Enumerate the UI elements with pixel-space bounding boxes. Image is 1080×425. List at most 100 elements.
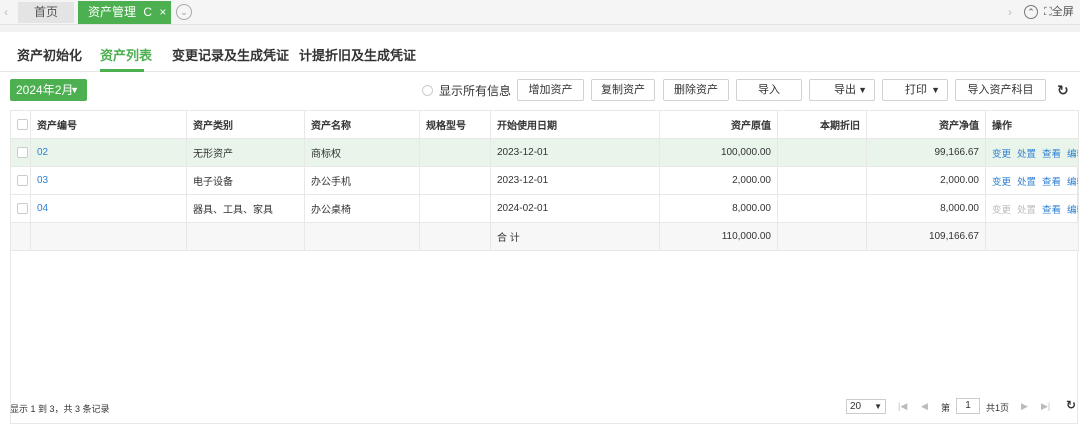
row-select[interactable] [10,138,31,167]
cell-original: 2,000.00 [659,166,778,195]
col-depreciation[interactable]: 本期折旧 [777,110,867,139]
cell-net: 99,166.67 [866,138,986,167]
col-spec[interactable]: 规格型号 [419,110,491,139]
table-row[interactable]: 03 电子设备 办公手机 2023-12-01 2,000.00 2,000.0… [10,166,1079,195]
cell-depreciation [777,166,867,195]
cell-name: 办公手机 [304,166,420,195]
page-total: 共1页 [986,403,1010,413]
asset-table: 资产编号 资产类别 资产名称 规格型号 开始使用日期 资产原值 本期折旧 资产净… [10,110,1079,251]
row-checkbox[interactable] [17,146,28,158]
caret-down-icon: ▼ [931,85,940,95]
col-original[interactable]: 资产原值 [659,110,778,139]
change-link[interactable]: 变更 [992,149,1011,160]
cell-net: 2,000.00 [866,166,986,195]
view-link[interactable]: 查看 [1042,205,1061,216]
total-row: 合 计 110,000.00 109,166.67 [10,222,1079,251]
period-select[interactable]: 2024年2月 ▼ [10,79,87,101]
add-asset-button[interactable]: 增加资产 [517,79,584,101]
subtab-change-records[interactable]: 变更记录及生成凭证 [172,45,289,64]
cell-actions: 变更处置查看编辑 [985,194,1079,223]
cell-depreciation [777,138,867,167]
subtab-depreciation[interactable]: 计提折旧及生成凭证 [299,45,416,64]
page-refresh-icon[interactable]: ↻ [1066,398,1076,412]
export-button[interactable]: 导出 ▼ [809,79,875,101]
edit-link[interactable]: 编辑 [1067,205,1077,216]
dispose-link-disabled: 处置 [1017,204,1037,216]
row-checkbox[interactable] [17,202,28,214]
sub-tabs: 资产初始化 资产列表 变更记录及生成凭证 计提折旧及生成凭证 [0,32,1080,72]
show-all-label: 显示所有信息 [439,84,512,98]
view-link[interactable]: 查看 [1042,177,1061,188]
refresh-icon[interactable]: ↻ [1057,82,1069,99]
top-tab-bar: ‹ 首页 资产管理 C × ⌄ › ⌃ ⛶全屏 [0,0,1080,25]
row-select[interactable] [10,166,31,195]
scroll-left-icon[interactable]: ‹ [4,5,8,19]
content-panel: 资产初始化 资产列表 变更记录及生成凭证 计提折旧及生成凭证 2024年2月 ▼… [0,32,1080,425]
asset-code-link[interactable]: 03 [37,175,48,186]
cell-category: 电子设备 [186,166,305,195]
table-row[interactable]: 02 无形资产 商标权 2023-12-01 100,000.00 99,166… [10,138,1079,167]
active-tab-underline [100,69,144,72]
table-row[interactable]: 04 器具、工具、家具 办公桌椅 2024-02-01 8,000.00 8,0… [10,194,1079,223]
dispose-link[interactable]: 处置 [1017,177,1036,188]
select-all-cell[interactable] [10,110,31,139]
edit-link[interactable]: 编辑 [1067,177,1077,188]
col-actions: 操作 [985,110,1079,139]
col-code[interactable]: 资产编号 [30,110,187,139]
first-page-icon[interactable]: |◀ [898,401,907,412]
cell-code[interactable]: 03 [30,166,187,195]
total-label: 合 计 [490,222,660,251]
cell-spec [419,194,491,223]
fullscreen-icon: ⛶ [1044,6,1052,18]
collapse-up-icon[interactable]: ⌃ [1024,5,1038,19]
page-size-select[interactable]: 20 ▼ [846,399,886,414]
view-link[interactable]: 查看 [1042,149,1061,160]
total-net: 109,166.67 [866,222,986,251]
tab-home[interactable]: 首页 [18,2,74,23]
dispose-link[interactable]: 处置 [1017,149,1036,160]
tab-asset-management[interactable]: 资产管理 C × [78,1,171,24]
prev-page-icon[interactable]: ◀ [921,401,928,412]
fullscreen-button[interactable]: ⌃ ⛶全屏 [1024,3,1074,19]
last-page-icon[interactable]: ▶| [1041,401,1050,412]
col-net[interactable]: 资产净值 [866,110,986,139]
cell-original: 8,000.00 [659,194,778,223]
import-button[interactable]: 导入 [736,79,802,101]
row-checkbox[interactable] [17,174,28,186]
export-label: 导出 [834,84,856,96]
next-page-icon[interactable]: ▶ [1021,401,1028,412]
show-all-radio[interactable] [422,85,433,96]
page-prefix: 第 [941,403,951,413]
col-category[interactable]: 资产类别 [186,110,305,139]
tabs-dropdown-icon[interactable]: ⌄ [176,4,192,20]
import-account-button[interactable]: 导入资产科目 [955,79,1046,101]
cell-actions: 变更处置查看编辑 [985,166,1079,195]
asset-code-link[interactable]: 02 [37,147,48,158]
print-button[interactable]: 打印 ▼ [882,79,948,101]
page-number-input[interactable]: 1 [956,398,980,414]
copy-asset-button[interactable]: 复制资产 [591,79,655,101]
close-icon[interactable]: × [159,5,166,19]
change-link-disabled: 变更 [992,204,1012,216]
col-start-date[interactable]: 开始使用日期 [490,110,660,139]
caret-down-icon: ▼ [70,85,79,95]
print-label: 打印 [905,84,927,96]
cell-code[interactable]: 02 [30,138,187,167]
caret-down-icon: ▼ [858,85,867,95]
asset-code-link[interactable]: 04 [37,203,48,214]
subtab-asset-init[interactable]: 资产初始化 [17,45,82,64]
change-link[interactable]: 变更 [992,177,1011,188]
row-select[interactable] [10,194,31,223]
cell-actions: 变更处置查看编辑 [985,138,1079,167]
delete-asset-button[interactable]: 删除资产 [663,79,729,101]
cell-code[interactable]: 04 [30,194,187,223]
subtab-asset-list[interactable]: 资产列表 [100,45,152,64]
record-count: 显示 1 到 3，共 3 条记录 [10,404,110,414]
edit-link[interactable]: 编辑 [1067,149,1077,160]
cell-start-date: 2023-12-01 [490,166,660,195]
select-all-checkbox[interactable] [17,118,28,130]
cell-spec [419,138,491,167]
col-name[interactable]: 资产名称 [304,110,420,139]
scroll-right-icon[interactable]: › [1008,5,1012,19]
refresh-icon[interactable]: C [143,5,152,19]
